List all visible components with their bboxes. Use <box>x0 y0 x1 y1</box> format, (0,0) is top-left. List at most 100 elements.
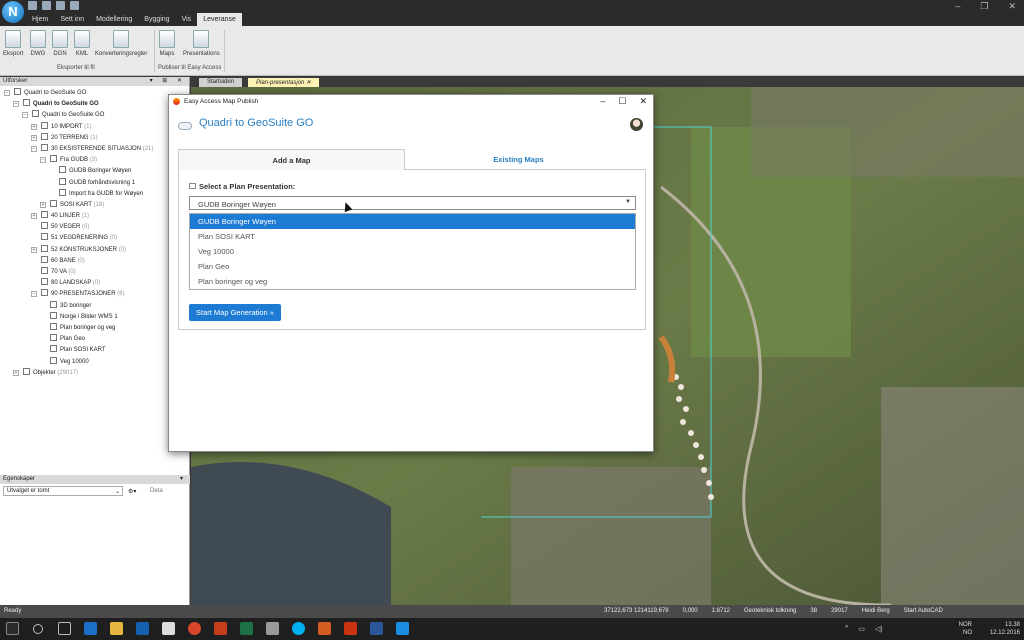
expand-icon[interactable]: + <box>31 123 37 130</box>
dwg-button[interactable]: DWG <box>30 30 46 57</box>
expand-icon[interactable]: + <box>40 201 46 208</box>
tree-item[interactable]: 60 BANE (0) <box>0 255 189 267</box>
app-logo[interactable]: N <box>2 1 24 23</box>
windows-start-icon[interactable] <box>6 622 19 635</box>
outlook-icon[interactable] <box>136 622 149 635</box>
menu-hjem[interactable]: Hjem <box>26 13 54 26</box>
maps-button[interactable]: Maps <box>159 30 175 57</box>
language-indicator[interactable]: NOR NO <box>959 621 972 637</box>
tree-item[interactable]: − Fra GUDB (3) <box>0 155 189 166</box>
eksport-button[interactable]: Eksport <box>3 30 23 57</box>
skype-icon[interactable] <box>292 622 305 635</box>
task-view-icon[interactable] <box>58 622 71 635</box>
menu-bygging[interactable]: Bygging <box>138 13 175 26</box>
tab-plan-presentasjon[interactable]: Plan-presentasjon ✕ <box>248 78 320 87</box>
tree-item[interactable]: Veg 10000 <box>0 356 189 368</box>
menu-leveranse[interactable]: Leveranse <box>197 13 242 26</box>
app-icon[interactable] <box>266 622 279 635</box>
tree-item[interactable]: − 90 PRESENTASJONER (6) <box>0 289 189 300</box>
gear-icon[interactable]: ⚙▾ <box>128 488 136 495</box>
menu-sett-inn[interactable]: Sett inn <box>54 13 90 26</box>
tree-item[interactable]: +20 TERRENG (1) <box>0 132 189 144</box>
home-icon[interactable] <box>28 1 37 10</box>
avatar[interactable] <box>630 118 643 131</box>
save-icon[interactable] <box>70 1 79 10</box>
panel-controls[interactable]: ▾ <box>180 475 187 482</box>
restore-icon[interactable]: ❐ <box>980 1 988 12</box>
collapse-icon[interactable]: − <box>40 157 46 164</box>
open-icon[interactable] <box>56 1 65 10</box>
tree-item[interactable]: + SOSI KART (18) <box>0 199 189 211</box>
store-icon[interactable] <box>162 622 175 635</box>
close-icon[interactable]: ✕ <box>1008 1 1016 12</box>
option-veg-10000[interactable]: Veg 10000 <box>190 244 635 259</box>
plan-presentation-select[interactable]: GUDB Boringer Wøyen ▼ <box>189 196 636 210</box>
tree-item[interactable]: + Objekter (29017) <box>0 367 189 379</box>
tree-item[interactable]: Plan SOSI KART <box>0 345 189 356</box>
new-icon[interactable] <box>42 1 51 10</box>
kml-button[interactable]: KML <box>74 30 90 57</box>
acrobat-icon[interactable] <box>344 622 357 635</box>
tab-existing-maps[interactable]: Existing Maps <box>405 149 632 170</box>
start-map-generation-button[interactable]: Start Map Generation » <box>189 304 281 321</box>
tree-item[interactable]: − Quadri to GeoSuite GO <box>0 88 189 99</box>
tree-item[interactable]: +10 IMPORT (1) <box>0 121 189 133</box>
dgn-button[interactable]: DGN <box>52 30 68 57</box>
search-icon[interactable] <box>33 624 43 634</box>
network-icon[interactable]: ▭ <box>858 625 865 633</box>
expand-icon[interactable]: + <box>31 134 37 141</box>
collapse-icon[interactable]: − <box>31 145 37 152</box>
expand-icon[interactable]: + <box>13 369 19 376</box>
tree-item[interactable]: 70 VA (0) <box>0 267 189 278</box>
option-plan-boringer-og-veg[interactable]: Plan boringer og veg <box>190 274 635 289</box>
tree-item[interactable]: Plan boringer og veg <box>0 322 189 334</box>
powerpoint-icon[interactable] <box>214 622 227 635</box>
status-item[interactable]: Geoteknisk tolkning <box>744 608 796 614</box>
tree-item[interactable]: − 30 EKSISTERENDE SITUASJON (21) <box>0 143 189 155</box>
chrome-icon[interactable] <box>188 622 201 635</box>
tree-item[interactable]: Plan Geo <box>0 334 189 345</box>
tree-item[interactable]: 80 LANDSKAP (0) <box>0 278 189 289</box>
maximize-icon[interactable]: ☐ <box>618 96 626 107</box>
option-plan-geo[interactable]: Plan Geo <box>190 259 635 274</box>
close-icon[interactable]: ✕ <box>306 80 311 86</box>
expand-icon[interactable]: + <box>31 246 37 253</box>
selection-dropdown[interactable]: Utvalget er tomt ⌄ <box>3 486 123 496</box>
tree-item[interactable]: − Quadri to GeoSuite GO <box>0 110 189 121</box>
tree-item[interactable]: GUDB forhåndsvisning 1 <box>0 177 189 189</box>
konverteringsregler-button[interactable]: Konverteringsregler <box>95 30 147 57</box>
edge-icon[interactable] <box>84 622 97 635</box>
excel-icon[interactable] <box>240 622 253 635</box>
status-item[interactable]: Heidi Berg <box>862 608 890 614</box>
menu-modellering[interactable]: Modellering <box>90 13 138 26</box>
tree-item[interactable]: GUDB Boringer Wøyen <box>0 166 189 177</box>
option-plan-sosi-kart[interactable]: Plan SOSI KART <box>190 229 635 244</box>
tree-item[interactable]: 3D boringer <box>0 300 189 312</box>
collapse-icon[interactable]: − <box>31 291 37 298</box>
presentations-button[interactable]: Presentations <box>183 30 220 57</box>
status-item[interactable]: 29017 <box>831 608 848 614</box>
details-button[interactable]: Deta <box>150 488 163 494</box>
tab-startsiden[interactable]: Startsiden <box>199 78 243 87</box>
menu-vis[interactable]: Vis <box>176 13 198 26</box>
collapse-icon[interactable]: − <box>13 101 19 108</box>
tree-item[interactable]: 51 VEGDRENERING (0) <box>0 233 189 244</box>
tree-item[interactable]: − Quadri to GeoSuite GO <box>0 99 189 110</box>
status-item[interactable]: Start AutoCAD <box>904 608 943 614</box>
collapse-icon[interactable]: − <box>4 90 10 96</box>
collapse-icon[interactable]: − <box>22 112 28 119</box>
file-explorer-icon[interactable] <box>110 622 123 635</box>
tree-item[interactable]: +52 KONSTRUKSJONER (0) <box>0 244 189 256</box>
panel-controls[interactable]: ▾ ⊞ ✕ <box>150 77 186 84</box>
volume-icon[interactable]: ◁) <box>875 625 883 633</box>
tree-item[interactable]: +40 LINJER (1) <box>0 211 189 222</box>
minimize-icon[interactable]: – <box>955 1 960 12</box>
app-icon-2[interactable] <box>318 622 331 635</box>
tree-item[interactable]: 50 VEGER (0) <box>0 222 189 233</box>
word-icon[interactable] <box>370 622 383 635</box>
tab-add-a-map[interactable]: Add a Map <box>178 149 405 170</box>
expand-icon[interactable]: + <box>31 213 37 220</box>
option-gudb-boringer[interactable]: GUDB Boringer Wøyen <box>190 214 635 229</box>
tree-item[interactable]: Import fra GUDB for Wøyen <box>0 188 189 200</box>
tree-item[interactable]: Norge i Bilder WMS 1 <box>0 311 189 323</box>
